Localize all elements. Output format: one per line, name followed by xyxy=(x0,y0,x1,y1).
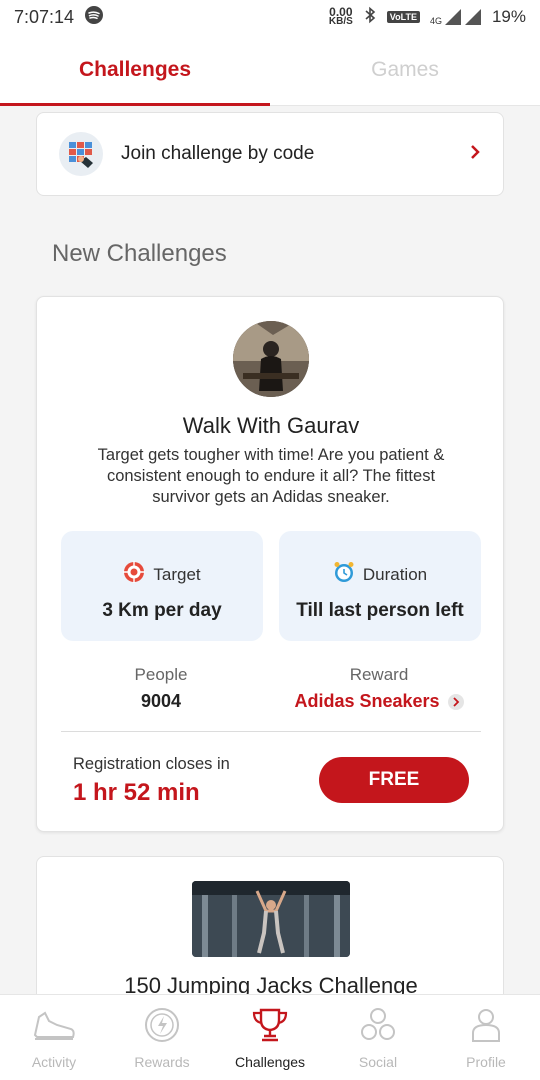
nav-social[interactable]: Social xyxy=(324,995,432,1080)
battery-level: 19% xyxy=(491,7,526,26)
tab-challenges[interactable]: Challenges xyxy=(0,34,270,106)
net-speed-unit: KB/S xyxy=(328,16,353,27)
registration-countdown: 1 hr 52 min xyxy=(73,779,200,806)
chevron-right-small-icon xyxy=(447,693,464,710)
people-label: People xyxy=(134,665,188,684)
people-info: People 9004 xyxy=(61,665,261,712)
target-icon xyxy=(123,561,146,588)
volte-badge: VoLTE xyxy=(386,11,420,23)
challenge-thumbnail xyxy=(192,881,350,957)
bluetooth-icon xyxy=(363,6,377,29)
reward-info[interactable]: Reward Adidas Sneakers xyxy=(279,665,479,712)
nav-rewards[interactable]: Rewards xyxy=(108,995,216,1080)
challenge-title: 150 Jumping Jacks Challenge xyxy=(124,973,418,994)
nav-challenges-label: Challenges xyxy=(234,1054,306,1070)
challenge-avatar xyxy=(233,321,309,397)
duration-label: Duration xyxy=(362,564,428,584)
nav-profile[interactable]: Profile xyxy=(432,995,540,1080)
rewards-icon xyxy=(142,1007,182,1048)
status-bar: 7:07:14 0.00 KB/S VoLTE 4G 19% xyxy=(0,0,540,34)
code-keypad-icon xyxy=(59,132,103,176)
profile-icon xyxy=(466,1007,506,1048)
free-join-button[interactable]: FREE xyxy=(319,757,469,803)
top-tabs: Challenges Games xyxy=(0,34,540,106)
challenge-description: Target gets tougher with time! Are you p… xyxy=(97,446,445,506)
social-icon xyxy=(358,1007,398,1048)
content-area: Join challenge by code New Challenges Wa… xyxy=(0,106,540,994)
target-box: Target 3 Km per day xyxy=(61,531,263,641)
section-title: New Challenges xyxy=(52,240,227,267)
nav-activity[interactable]: Activity xyxy=(0,995,108,1080)
join-by-code-label: Join challenge by code xyxy=(121,143,315,164)
net-speed: 0.00 KB/S xyxy=(328,6,353,27)
reward-value: Adidas Sneakers xyxy=(294,691,440,711)
spotify-icon xyxy=(84,5,104,30)
nav-rewards-label: Rewards xyxy=(134,1054,190,1070)
challenge-card[interactable]: Walk With Gaurav Target gets tougher wit… xyxy=(36,296,504,832)
reward-label: Reward xyxy=(349,665,409,684)
tab-games[interactable]: Games xyxy=(270,34,540,105)
nav-profile-label: Profile xyxy=(466,1054,506,1070)
duration-box: Duration Till last person left xyxy=(279,531,481,641)
trophy-icon xyxy=(250,1007,290,1048)
registration-label: Registration closes in xyxy=(73,755,230,773)
nav-social-label: Social xyxy=(358,1054,398,1070)
signal-icon: 4G xyxy=(430,8,482,26)
challenge-card[interactable]: 150 Jumping Jacks Challenge xyxy=(36,856,504,994)
nav-activity-label: Activity xyxy=(31,1054,77,1070)
duration-value: Till last person left xyxy=(296,600,464,621)
target-value: 3 Km per day xyxy=(102,600,222,621)
reward-link[interactable]: Adidas Sneakers xyxy=(279,691,479,712)
alarm-clock-icon xyxy=(333,561,355,588)
status-time: 7:07:14 xyxy=(14,6,75,27)
nav-challenges[interactable]: Challenges xyxy=(216,995,324,1080)
target-label: Target xyxy=(153,564,201,584)
network-type: 4G xyxy=(429,16,442,26)
shoe-icon xyxy=(31,1007,77,1048)
bottom-nav: Activity Rewards Challenges Social Profi… xyxy=(0,994,540,1080)
chevron-right-icon xyxy=(469,143,481,166)
join-by-code-card[interactable]: Join challenge by code xyxy=(36,112,504,196)
challenge-title: Walk With Gaurav xyxy=(182,413,360,438)
divider xyxy=(61,731,481,732)
people-value: 9004 xyxy=(140,691,182,711)
